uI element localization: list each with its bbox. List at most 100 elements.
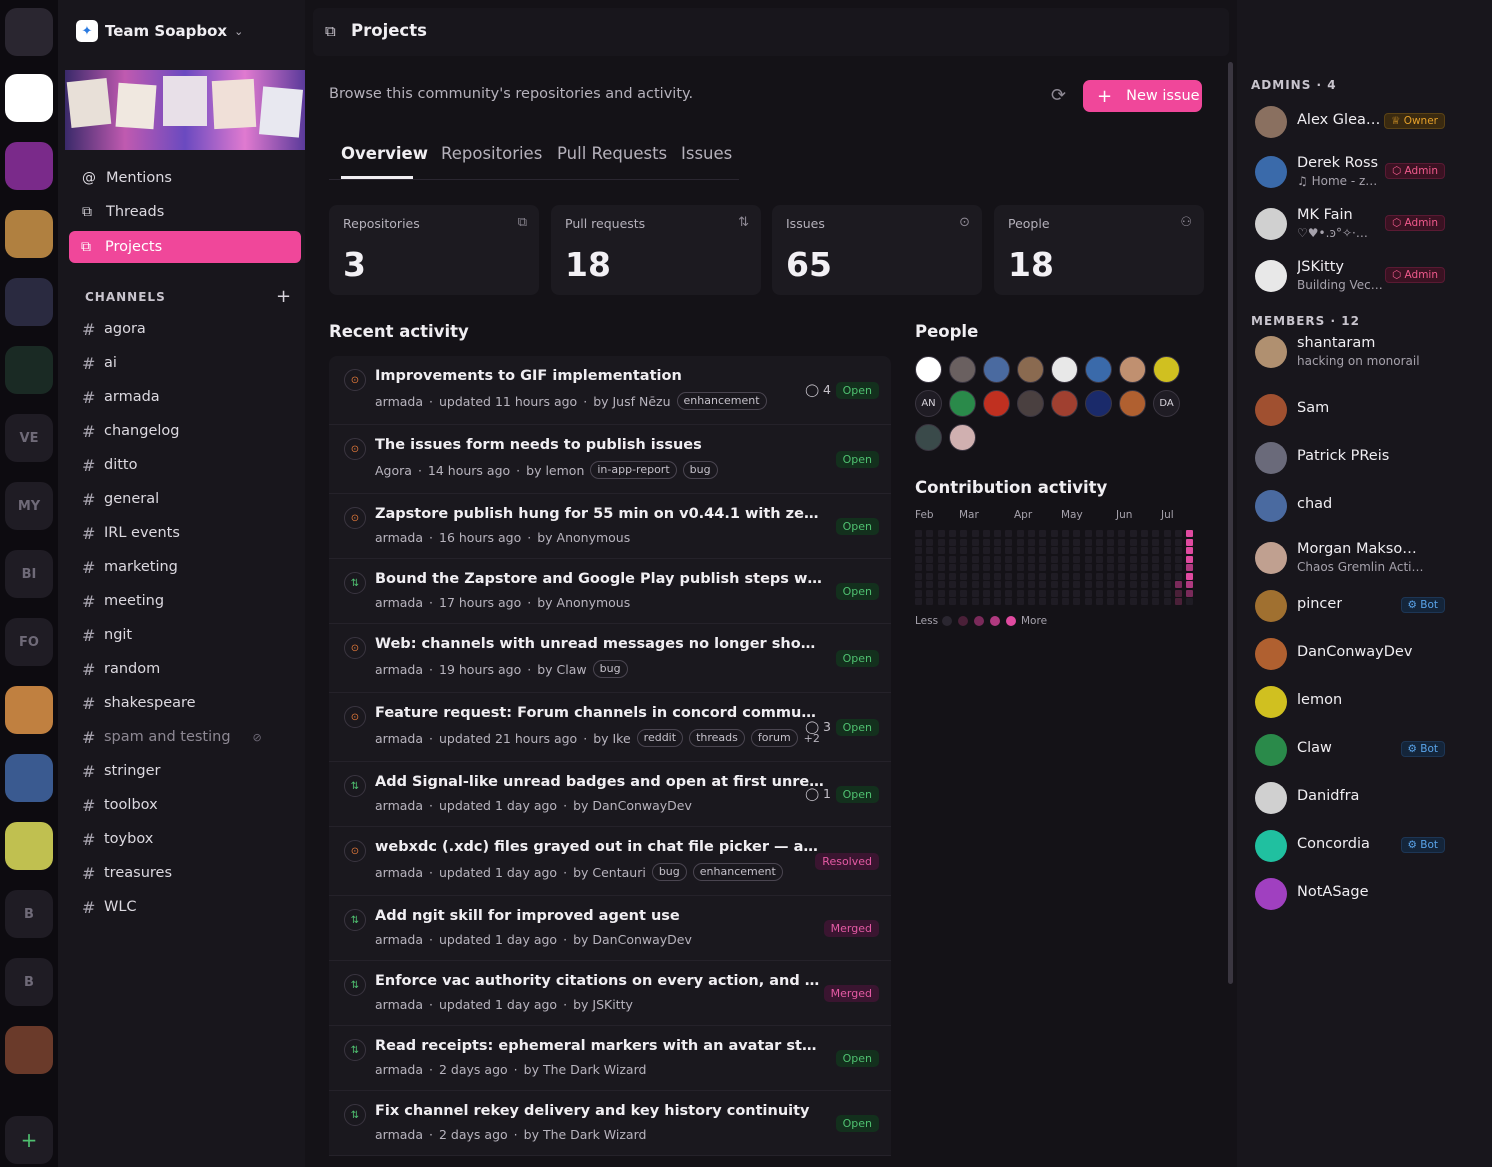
person-avatar[interactable] [983,390,1010,417]
person-avatar[interactable] [949,424,976,451]
server-icon[interactable] [5,8,53,56]
person-avatar[interactable]: DA [1153,390,1180,417]
channel-irl-events[interactable]: # IRL events [82,522,180,544]
activity-row[interactable]: ⊙ Feature request: Forum channels in conc… [329,693,891,762]
nav-mentions[interactable]: @ Mentions [82,167,172,189]
person-avatar[interactable] [1051,390,1078,417]
person-avatar[interactable] [949,390,976,417]
member-row[interactable]: Sam [1255,390,1485,430]
month-label: Apr [1014,509,1033,521]
channel-shakespeare[interactable]: # shakespeare [82,692,196,714]
member-row[interactable]: DanConwayDev [1255,634,1485,674]
tab-pull-requests[interactable]: Pull Requests [557,144,667,163]
channel-ngit[interactable]: # ngit [82,624,132,646]
member-row[interactable]: chad [1255,486,1485,526]
nav-threads[interactable]: ⧉ Threads [82,201,164,223]
person-avatar[interactable] [1085,390,1112,417]
activity-meta: armada · updated 1 day ago · by DanConwayDev [375,932,692,947]
member-row[interactable]: MK Fain ♡♥•.ͽ°✧·… ⬡ Admin [1255,204,1485,244]
comment-icon: ◯ [805,381,824,397]
server-icon[interactable] [5,210,53,258]
person-avatar[interactable] [1119,390,1146,417]
server-icon[interactable]: B [5,890,53,938]
month-label: Mar [959,509,979,521]
member-row[interactable]: Danidfra [1255,778,1485,818]
member-row[interactable]: Morgan Maksoud-Mi… Chaos Gremlin Actively… [1255,538,1485,578]
server-icon[interactable] [5,822,53,870]
channel-meeting[interactable]: # meeting [82,590,164,612]
member-row[interactable]: NotASage [1255,874,1485,914]
person-avatar[interactable]: AN [915,390,942,417]
activity-row[interactable]: ⇅ Bound the Zapstore and Google Play publ… [329,559,891,624]
server-icon[interactable] [5,346,53,394]
person-avatar[interactable] [1017,390,1044,417]
add-channel-button[interactable]: + [276,286,291,307]
status-badge: Open [835,1114,879,1132]
person-avatar[interactable] [1051,356,1078,383]
person-avatar[interactable] [915,356,942,383]
member-row[interactable]: pincer ⚙ Bot [1255,586,1485,626]
new-issue-button[interactable]: + New issue [1083,80,1202,112]
server-icon[interactable]: BI [5,550,53,598]
channel-spam-and-testing[interactable]: # spam and testing ⊘ [82,726,262,748]
channel-marketing[interactable]: # marketing [82,556,178,578]
member-row[interactable]: JSKitty Building Vec… ⬡ Admin [1255,256,1485,296]
channel-treasures[interactable]: # treasures [82,862,172,884]
nav-projects[interactable]: ⧉ Projects [69,231,301,263]
channel-stringer[interactable]: # stringer [82,760,161,782]
channel-agora[interactable]: # agora [82,318,146,340]
person-avatar[interactable] [1119,356,1146,383]
activity-row[interactable]: ⊙ Improvements to GIF implementation armad… [329,356,891,425]
person-avatar[interactable] [949,356,976,383]
member-row[interactable]: Claw ⚙ Bot [1255,730,1485,770]
server-icon[interactable]: B [5,958,53,1006]
activity-row[interactable]: ⇅ Add ngit skill for improved agent use ar… [329,896,891,961]
server-icon[interactable] [5,142,53,190]
tab-overview[interactable]: Overview [341,144,428,163]
server-icon[interactable]: FO [5,618,53,666]
server-icon[interactable]: MY [5,482,53,530]
person-avatar[interactable] [1017,356,1044,383]
server-icon[interactable] [5,74,53,122]
server-icon[interactable] [5,1026,53,1074]
channel-changelog[interactable]: # changelog [82,420,179,442]
channel-wlc[interactable]: # WLC [82,896,137,918]
activity-row[interactable]: ⊙ The issues form needs to publish issues… [329,425,891,494]
activity-row[interactable]: ⊙ Web: channels with unread messages no l… [329,624,891,693]
server-icon[interactable] [5,278,53,326]
channel-general[interactable]: # general [82,488,159,510]
person-avatar[interactable] [1153,356,1180,383]
server-icon[interactable] [5,754,53,802]
channel-ai[interactable]: # ai [82,352,117,374]
channel-random[interactable]: # random [82,658,160,680]
member-row[interactable]: Alex Glea… ♕ Owner [1255,102,1485,142]
tab-repositories[interactable]: Repositories [441,144,542,163]
contribution-cell [926,581,934,588]
channel-ditto[interactable]: # ditto [82,454,137,476]
server-icon[interactable] [5,686,53,734]
member-row[interactable]: Derek Ross ♫ Home - z… ⬡ Admin [1255,152,1485,192]
channel-toolbox[interactable]: # toolbox [82,794,158,816]
scrollbar[interactable] [1228,62,1233,984]
server-icon[interactable]: VE [5,414,53,462]
activity-row[interactable]: ⇅ Enforce vac authority citations on ever… [329,961,891,1026]
activity-row[interactable]: ⇅ Fix channel rekey delivery and key hist… [329,1091,891,1156]
activity-row[interactable]: ⇅ Read receipts: ephemeral markers with a… [329,1026,891,1091]
member-row[interactable]: Concordia ⚙ Bot [1255,826,1485,866]
team-switcher[interactable]: ✦ Team Soapbox ⌄ [76,20,243,42]
refresh-icon[interactable]: ⟳ [1051,85,1066,106]
activity-row[interactable]: ⊙ webxdc (.xdc) files grayed out in chat … [329,827,891,896]
person-avatar[interactable] [1085,356,1112,383]
channel-armada[interactable]: # armada [82,386,160,408]
add-server-button[interactable]: + [5,1116,53,1164]
activity-row[interactable]: ⊙ Zapstore publish hung for 55 min on v0.… [329,494,891,559]
tab-issues[interactable]: Issues [681,144,732,163]
member-row[interactable]: shantaram hacking on monorail [1255,332,1485,372]
activity-row[interactable]: ⇅ Add Signal-like unread badges and open … [329,762,891,827]
activity-time: updated 1 day ago [439,798,558,813]
channel-toybox[interactable]: # toybox [82,828,153,850]
person-avatar[interactable] [983,356,1010,383]
member-row[interactable]: lemon [1255,682,1485,722]
person-avatar[interactable] [915,424,942,451]
member-row[interactable]: Patrick PReis [1255,438,1485,478]
